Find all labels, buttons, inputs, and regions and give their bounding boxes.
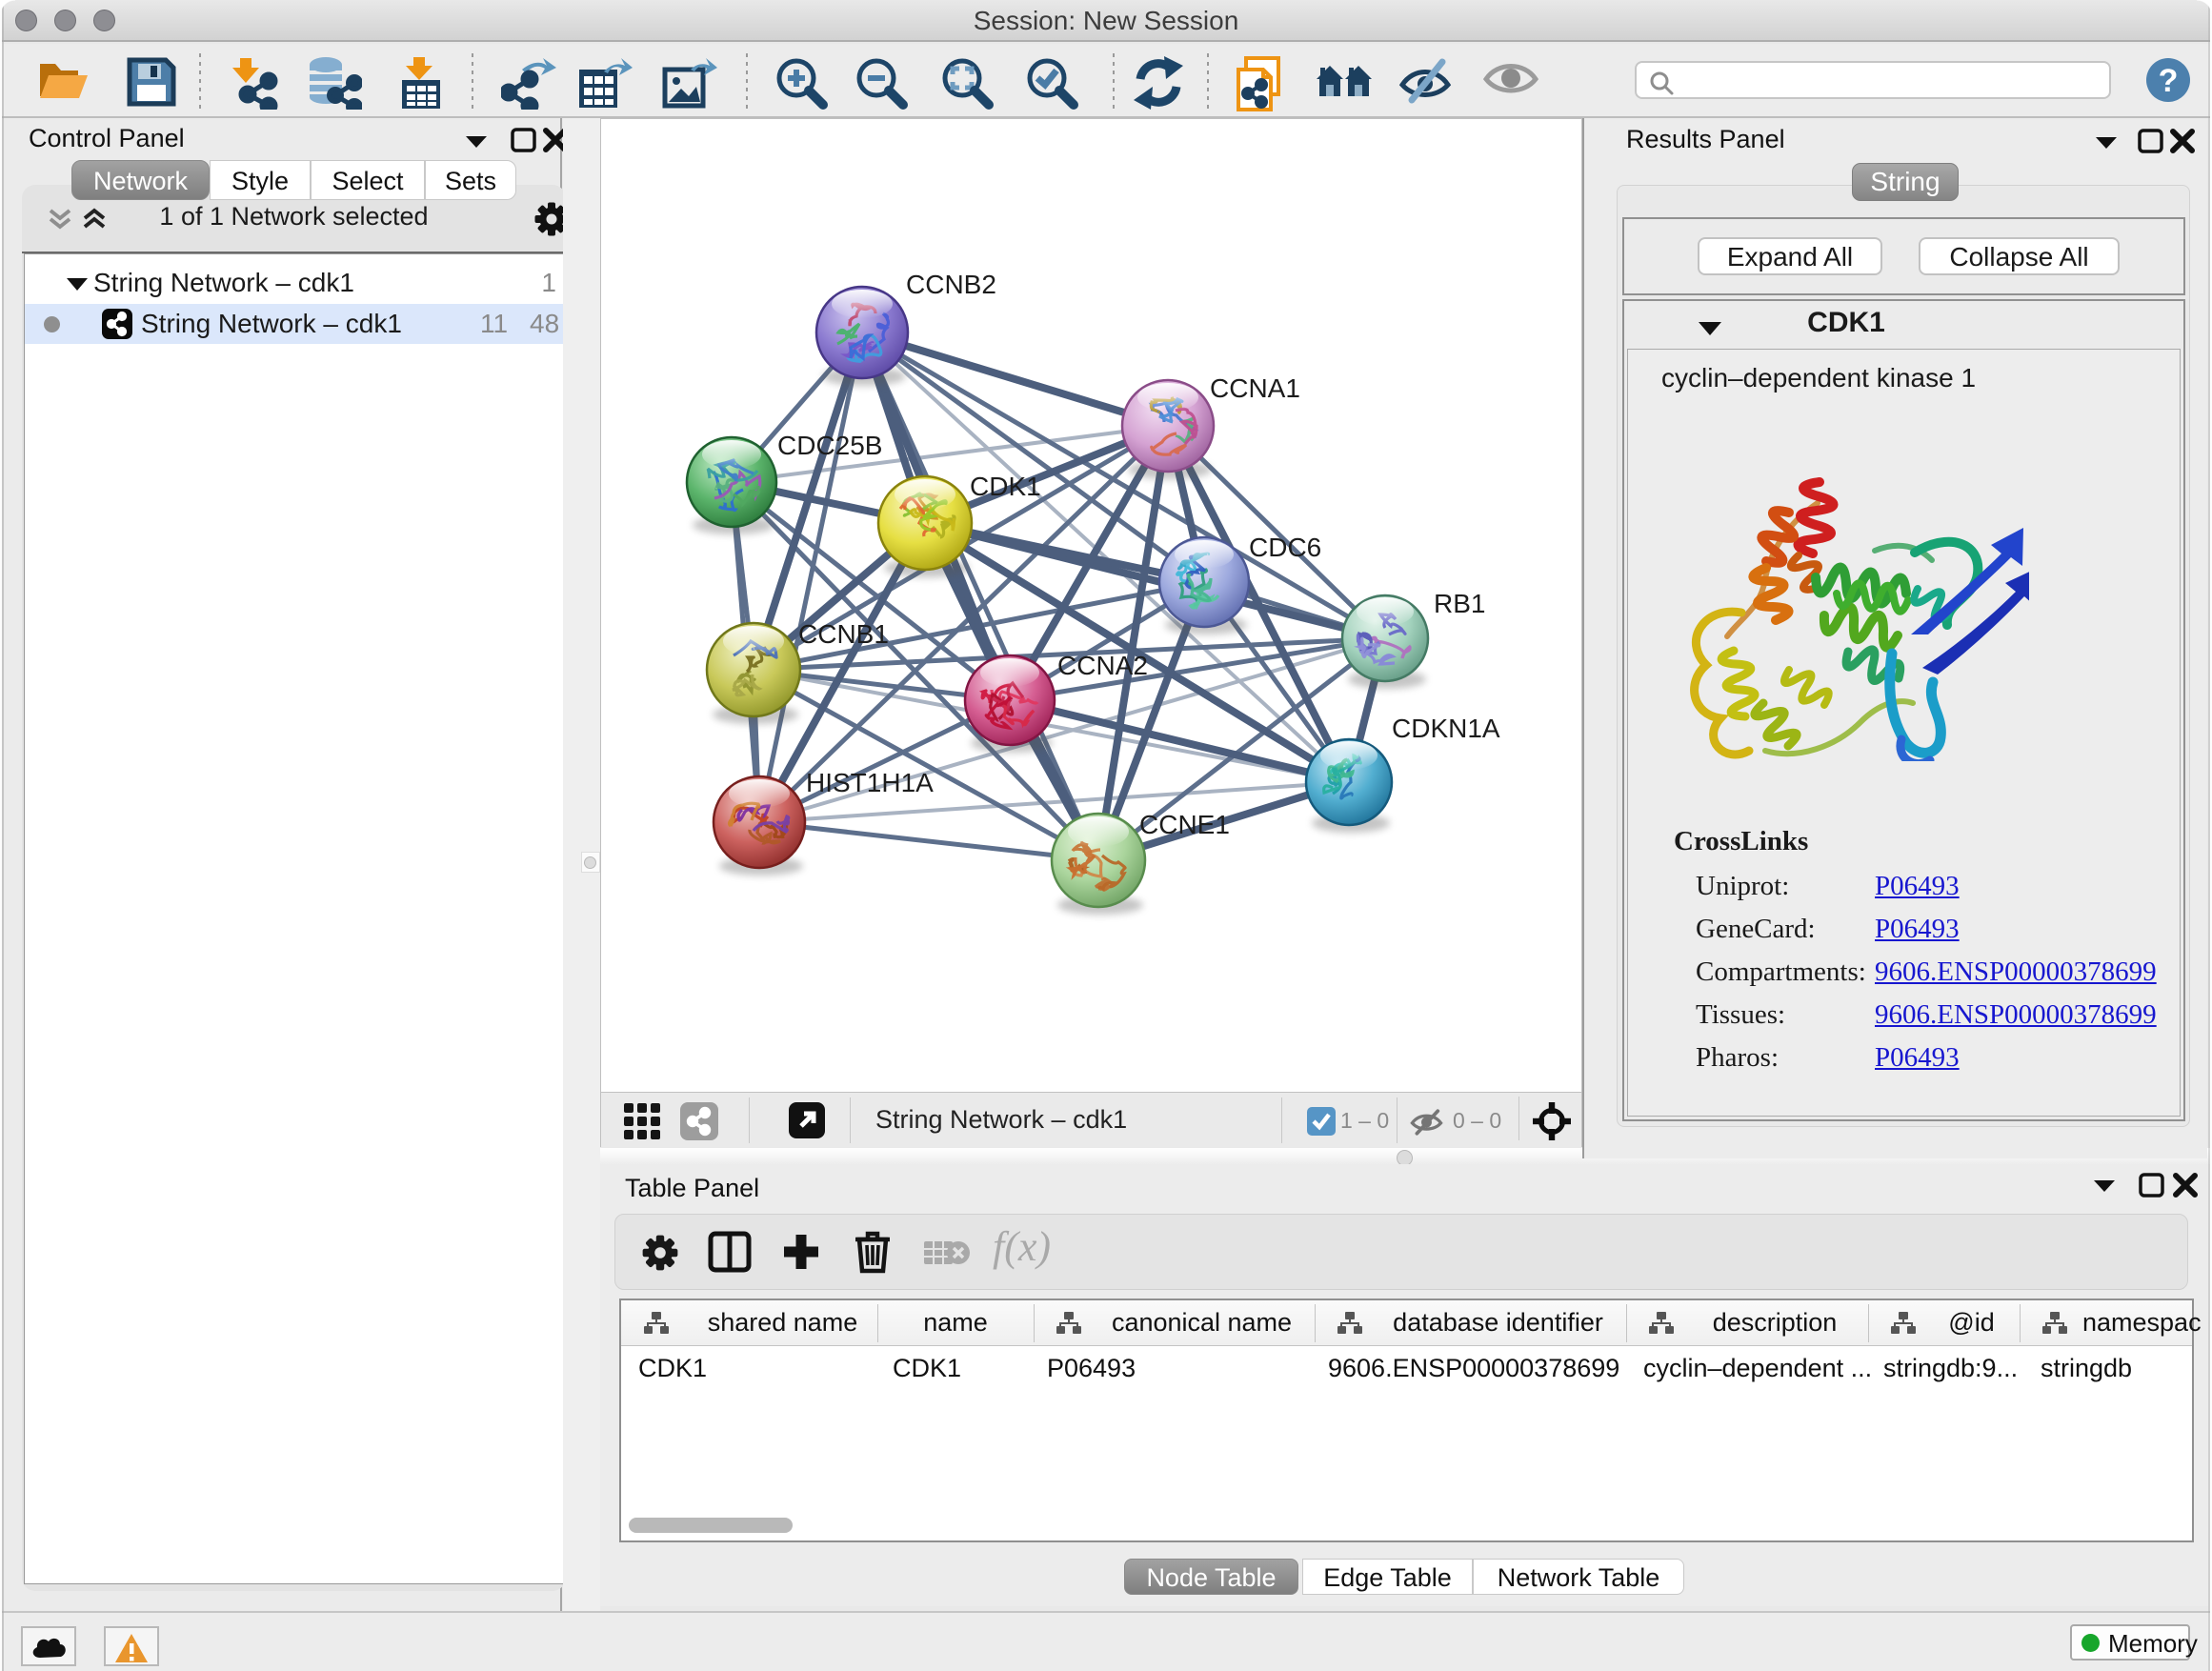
svg-text:RB1: RB1 xyxy=(1434,589,1485,618)
svg-text:CCNB1: CCNB1 xyxy=(798,619,889,649)
svg-text:CCNE1: CCNE1 xyxy=(1139,810,1230,839)
svg-text:?: ? xyxy=(2159,63,2179,99)
svg-text:CDK1: CDK1 xyxy=(970,472,1041,501)
svg-text:CCNA2: CCNA2 xyxy=(1057,651,1148,680)
svg-text:CCNB2: CCNB2 xyxy=(906,270,996,299)
svg-text:CDC6: CDC6 xyxy=(1249,533,1321,562)
svg-text:CDC25B: CDC25B xyxy=(777,431,882,460)
svg-text:HIST1H1A: HIST1H1A xyxy=(806,768,934,797)
svg-text:CDKN1A: CDKN1A xyxy=(1392,714,1500,743)
svg-text:CCNA1: CCNA1 xyxy=(1210,373,1300,403)
